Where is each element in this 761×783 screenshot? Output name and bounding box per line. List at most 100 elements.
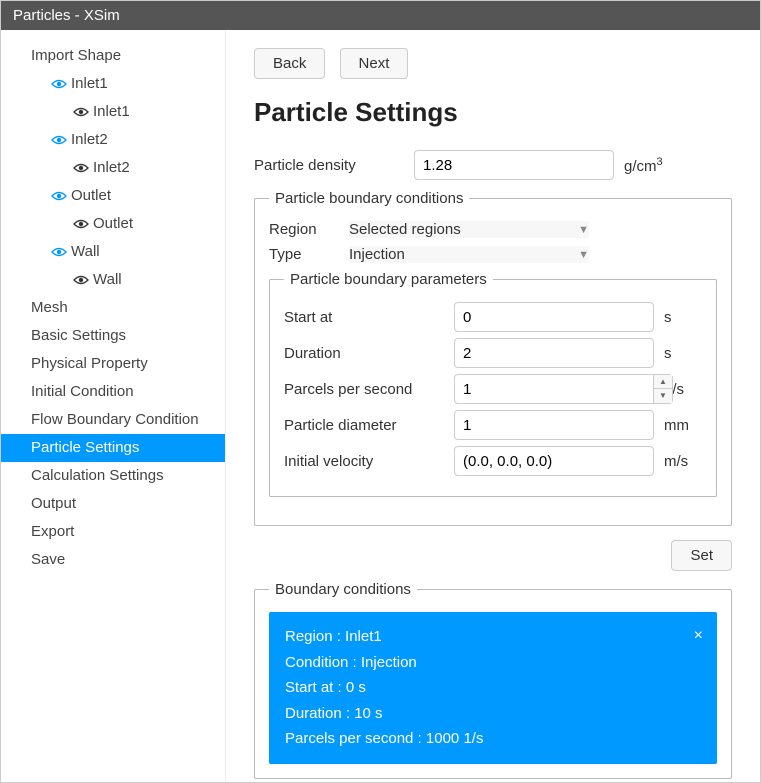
titlebar: Particles - XSim [1,1,760,30]
sidebar-item[interactable]: Import Shape [1,42,225,70]
sidebar-item-label: Physical Property [31,355,148,372]
eye-icon [73,163,89,173]
diameter-unit: mm [664,417,698,434]
initial-velocity-row: Initial velocity m/s [284,446,702,476]
sidebar-item-label: Particle Settings [31,439,139,456]
chevron-down-icon: ▼ [578,249,589,261]
sidebar-item[interactable]: Inlet1 [1,98,225,126]
set-button-row: Set [254,540,732,571]
sidebar-item[interactable]: Physical Property [1,350,225,378]
sidebar-item-label: Flow Boundary Condition [31,411,199,428]
sidebar-item[interactable]: Calculation Settings [1,462,225,490]
bc-line: Parcels per second : 1000 1/s [285,726,701,752]
pps-label: Parcels per second [284,381,454,398]
sidebar-item[interactable]: Wall [1,266,225,294]
region-label: Region [269,221,349,238]
sidebar-item[interactable]: Particle Settings [1,434,225,462]
sidebar-item[interactable]: Outlet [1,182,225,210]
close-icon[interactable]: × [694,622,703,649]
spinner-down-icon[interactable]: ▼ [654,389,672,403]
region-select[interactable]: Selected regions ▼ [349,221,589,238]
sidebar-item-label: Inlet1 [93,103,130,120]
duration-input[interactable] [454,338,654,368]
sidebar-item[interactable]: Export [1,518,225,546]
type-row: Type Injection ▼ [269,246,717,263]
sidebar-item[interactable]: Inlet1 [1,70,225,98]
start-at-label: Start at [284,309,454,326]
bc-legend: Boundary conditions [269,581,417,598]
particle-density-unit: g/cm3 [624,156,663,175]
boundary-condition-card[interactable]: × Region : Inlet1 Condition : Injection … [269,612,717,764]
nav-buttons: Back Next [254,48,732,79]
duration-row: Duration s [284,338,702,368]
region-row: Region Selected regions ▼ [269,221,717,238]
boundary-conditions-fieldset: Boundary conditions × Region : Inlet1 Co… [254,581,732,779]
diameter-input[interactable] [454,410,654,440]
eye-icon [51,191,67,201]
start-at-unit: s [664,309,698,326]
sidebar-item-label: Initial Condition [31,383,134,400]
chevron-down-icon: ▼ [578,224,589,236]
start-at-input[interactable] [454,302,654,332]
set-button[interactable]: Set [671,540,732,571]
particle-density-input[interactable] [414,150,614,180]
sidebar-item[interactable]: Outlet [1,210,225,238]
sidebar-item[interactable]: Basic Settings [1,322,225,350]
diameter-row: Particle diameter mm [284,410,702,440]
particle-density-row: Particle density g/cm3 [254,150,732,180]
sidebar-item-label: Mesh [31,299,68,316]
type-label: Type [269,246,349,263]
sidebar-item[interactable]: Save [1,546,225,574]
eye-icon [51,135,67,145]
app-body: Import Shape Inlet1 Inlet1 Inlet2 Inlet2 Outl… [1,30,760,782]
sidebar-item-label: Calculation Settings [31,467,164,484]
sidebar-item[interactable]: Inlet2 [1,126,225,154]
type-select[interactable]: Injection ▼ [349,246,589,263]
type-value: Injection [349,246,405,263]
pbp-legend: Particle boundary parameters [284,271,493,288]
sidebar-item[interactable]: Flow Boundary Condition [1,406,225,434]
sidebar-item-label: Basic Settings [31,327,126,344]
app-window: Particles - XSim Import Shape Inlet1 Inlet… [0,0,761,783]
main-panel: Back Next Particle Settings Particle den… [226,30,760,782]
bc-line: Region : Inlet1 [285,624,701,650]
pbc-legend: Particle boundary conditions [269,190,469,207]
sidebar-item-label: Output [31,495,76,512]
spinner-buttons: ▲ ▼ [654,374,673,404]
sidebar-item-label: Outlet [93,215,133,232]
eye-icon [73,107,89,117]
region-value: Selected regions [349,221,461,238]
eye-icon [51,79,67,89]
back-button[interactable]: Back [254,48,325,79]
next-button[interactable]: Next [340,48,409,79]
sidebar-item-label: Import Shape [31,47,121,64]
page-title: Particle Settings [254,97,732,128]
sidebar-item-label: Outlet [71,187,111,204]
diameter-label: Particle diameter [284,417,454,434]
eye-icon [73,219,89,229]
sidebar-item[interactable]: Output [1,490,225,518]
spinner-up-icon[interactable]: ▲ [654,375,672,389]
sidebar-item[interactable]: Initial Condition [1,378,225,406]
bc-line: Start at : 0 s [285,675,701,701]
duration-label: Duration [284,345,454,362]
velocity-input[interactable] [454,446,654,476]
eye-icon [73,275,89,285]
start-at-row: Start at s [284,302,702,332]
parcels-per-second-row: Parcels per second ▲ ▼ 1/s [284,374,702,404]
pps-input[interactable] [454,374,654,404]
sidebar-item-label: Inlet2 [93,159,130,176]
sidebar-item[interactable]: Wall [1,238,225,266]
bc-line: Condition : Injection [285,650,701,676]
sidebar: Import Shape Inlet1 Inlet1 Inlet2 Inlet2 Outl… [1,30,226,782]
velocity-label: Initial velocity [284,453,454,470]
sidebar-item-label: Export [31,523,74,540]
particle-density-label: Particle density [254,157,414,174]
sidebar-item[interactable]: Mesh [1,294,225,322]
sidebar-item[interactable]: Inlet2 [1,154,225,182]
sidebar-item-label: Wall [93,271,122,288]
window-title: Particles - XSim [13,7,120,24]
sidebar-item-label: Wall [71,243,100,260]
pps-spinner: ▲ ▼ [454,374,654,404]
velocity-unit: m/s [664,453,698,470]
